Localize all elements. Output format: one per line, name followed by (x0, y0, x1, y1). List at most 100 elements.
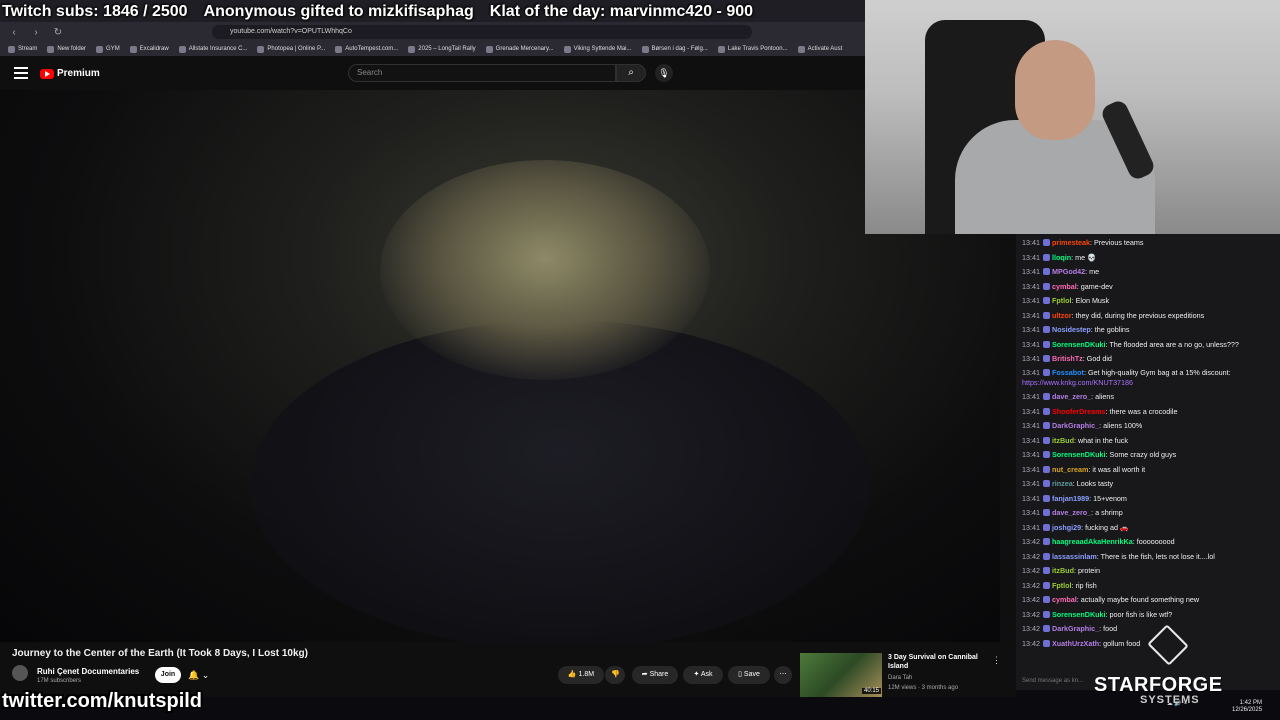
chat-message: 13:41 Fossabot: Get high-quality Gym bag … (1022, 368, 1231, 387)
bookmark-item[interactable]: Grenade Mercenary... (485, 45, 554, 53)
bookmark-item[interactable]: New folder (47, 45, 86, 53)
bookmark-item[interactable]: AutoTempest.com... (335, 45, 398, 53)
chat-username[interactable]: DarkGraphic_ (1052, 624, 1099, 633)
back-icon[interactable]: ‹ (6, 27, 22, 38)
bookmark-favicon-icon (257, 45, 265, 53)
bookmark-item[interactable]: Activate Aust (797, 45, 842, 53)
chat-username[interactable]: Fptlol (1052, 296, 1072, 305)
taskbar-clock[interactable]: 1:42 PM 12/26/2025 (1232, 700, 1262, 714)
bookmark-item[interactable]: Excalidraw (129, 45, 169, 53)
chat-username[interactable]: Nosidestep (1052, 325, 1091, 334)
forward-icon[interactable]: › (28, 27, 44, 38)
bookmark-favicon-icon (641, 45, 649, 53)
voice-search-button[interactable]: 🎙 (655, 64, 673, 82)
dislike-button[interactable]: 👎 (605, 666, 625, 684)
channel-name[interactable]: Ruhi Çenet Documentaries (37, 667, 139, 676)
bookmark-item[interactable]: Photopea | Online P... (257, 45, 326, 53)
chat-username[interactable]: nut_cream (1052, 465, 1088, 474)
chat-username[interactable]: dave_zero_ (1052, 392, 1091, 401)
chat-link[interactable]: https://www.knkg.com/KNUT37186 (1022, 378, 1133, 387)
chat-username[interactable]: itzBud (1052, 436, 1074, 445)
chat-username[interactable]: cymbal (1052, 595, 1077, 604)
search-input[interactable]: Search (348, 64, 616, 82)
bookmark-item[interactable]: Stream (8, 45, 38, 53)
chat-timestamp: 13:42 (1022, 537, 1040, 546)
youtube-premium-logo[interactable]: Premium (40, 68, 100, 79)
join-button[interactable]: Join (155, 667, 181, 683)
chat-message: 13:42 lassassinlam: There is the fish, le… (1022, 551, 1215, 561)
chat-username[interactable]: haagreaadAkaHenrikKa (1052, 537, 1133, 546)
chat-timestamp: 13:41 (1022, 522, 1040, 532)
chat-message: 13:42 itzBud: protein (1022, 566, 1100, 575)
video-title: Journey to the Center of the Earth (It T… (12, 648, 308, 659)
search-button[interactable]: ⌕ (616, 64, 646, 82)
recommended-title[interactable]: 3 Day Survival on Cannibal Island (888, 653, 988, 671)
sponsor-subtitle: SYSTEMS (1140, 694, 1200, 706)
bookmark-item[interactable]: 2025 – LongTail Rally (408, 45, 476, 53)
logo-text: Premium (57, 68, 100, 79)
chat-message: 13:41 SorensenDKuki: The flooded area are… (1022, 339, 1239, 349)
bookmark-item[interactable]: Allstate Insurance C... (178, 45, 247, 53)
bookmark-label: Grenade Mercenary... (495, 46, 554, 52)
chat-username[interactable]: lassassinlam (1052, 552, 1097, 561)
chat-username[interactable]: DarkGraphic_ (1052, 421, 1099, 430)
chat-timestamp: 13:41 (1022, 281, 1040, 291)
chat-message: 13:41 ultzor: they did, during the previo… (1022, 310, 1205, 320)
chat-username[interactable]: dave_zero_ (1052, 508, 1091, 517)
chat-username[interactable]: fanjan1989 (1052, 494, 1089, 503)
reload-icon[interactable]: ↻ (50, 27, 66, 38)
chat-username[interactable]: cymbal (1052, 282, 1077, 291)
chat-timestamp: 13:41 (1022, 353, 1040, 363)
webcam-feed (865, 0, 1280, 234)
chat-username[interactable]: itzBud (1052, 566, 1074, 575)
chat-text: Looks tasty (1076, 479, 1114, 488)
chat-username[interactable]: Fptlol (1052, 581, 1072, 590)
notification-bell-button[interactable]: 🔔 ⌄ (188, 667, 218, 683)
bookmark-item[interactable]: Børsen i dag - Følg... (641, 45, 708, 53)
bookmark-label: Excalidraw (139, 46, 169, 52)
ask-button[interactable]: ✦ Ask (683, 666, 723, 684)
chat-username[interactable]: SorensenDKuki (1052, 450, 1106, 459)
bookmark-favicon-icon (563, 45, 571, 53)
chat-username[interactable]: lloqin (1052, 253, 1071, 262)
recommended-menu-icon[interactable]: ⋮ (992, 655, 1001, 666)
url-field[interactable]: youtube.com/watch?v=OPUTLWhhqCo (212, 25, 752, 39)
chat-username[interactable]: ultzor (1052, 311, 1072, 320)
chat-text: Some crazy old guys (1109, 450, 1177, 459)
chat-username[interactable]: SorensenDKuki (1052, 610, 1106, 619)
bookmark-item[interactable]: Lake Travis Pontoon... (717, 45, 788, 53)
share-button[interactable]: ➦ Share (632, 666, 678, 684)
chat-badge-icon (1043, 407, 1050, 415)
chat-username[interactable]: rinzea (1052, 479, 1073, 488)
browser-address-bar: ‹ › ↻ youtube.com/watch?v=OPUTLWhhqCo (0, 22, 865, 42)
chat-username[interactable]: SorensenDKuki (1052, 340, 1106, 349)
video-frame-highlight (380, 160, 710, 380)
chat-username[interactable]: Fossabot (1052, 368, 1084, 377)
bookmark-item[interactable]: GYM (96, 45, 120, 53)
bookmark-label: Photopea | Online P... (267, 46, 326, 52)
video-player[interactable] (0, 90, 1000, 642)
more-actions-button[interactable]: ⋯ (774, 666, 792, 684)
chat-text: Elon Musk (1075, 296, 1110, 305)
hamburger-menu-icon[interactable] (14, 67, 28, 79)
chat-message: 13:42 Fptlol: rip fish (1022, 580, 1097, 590)
bookmark-item[interactable]: Viking Syttende Mai... (563, 45, 632, 53)
chat-username[interactable]: XuathUrzXath (1052, 639, 1099, 648)
chat-username[interactable]: primesteak (1052, 238, 1090, 247)
chat-badge-icon (1043, 422, 1050, 429)
chat-username[interactable]: joshgi29 (1052, 523, 1081, 532)
bookmark-favicon-icon (797, 45, 805, 53)
chat-username[interactable]: MPGod42 (1052, 267, 1085, 276)
chat-username[interactable]: BritishTz (1052, 354, 1083, 363)
save-button[interactable]: ▯ Save (728, 666, 770, 684)
chat-timestamp: 13:42 (1022, 609, 1040, 619)
chat-timestamp: 13:41 (1022, 450, 1040, 459)
chat-message: 13:41 dave_zero_: aliens (1022, 392, 1114, 401)
chat-username[interactable]: ShooferDreams (1052, 407, 1106, 416)
channel-avatar[interactable] (12, 665, 28, 681)
recommended-channel[interactable]: Dara Tah (888, 675, 912, 681)
chat-message: 13:41 MPGod42: me (1022, 267, 1100, 276)
like-button[interactable]: 👍 1.8M (558, 666, 604, 684)
bookmark-label: Stream (18, 46, 38, 52)
chat-timestamp: 13:41 (1022, 421, 1040, 430)
